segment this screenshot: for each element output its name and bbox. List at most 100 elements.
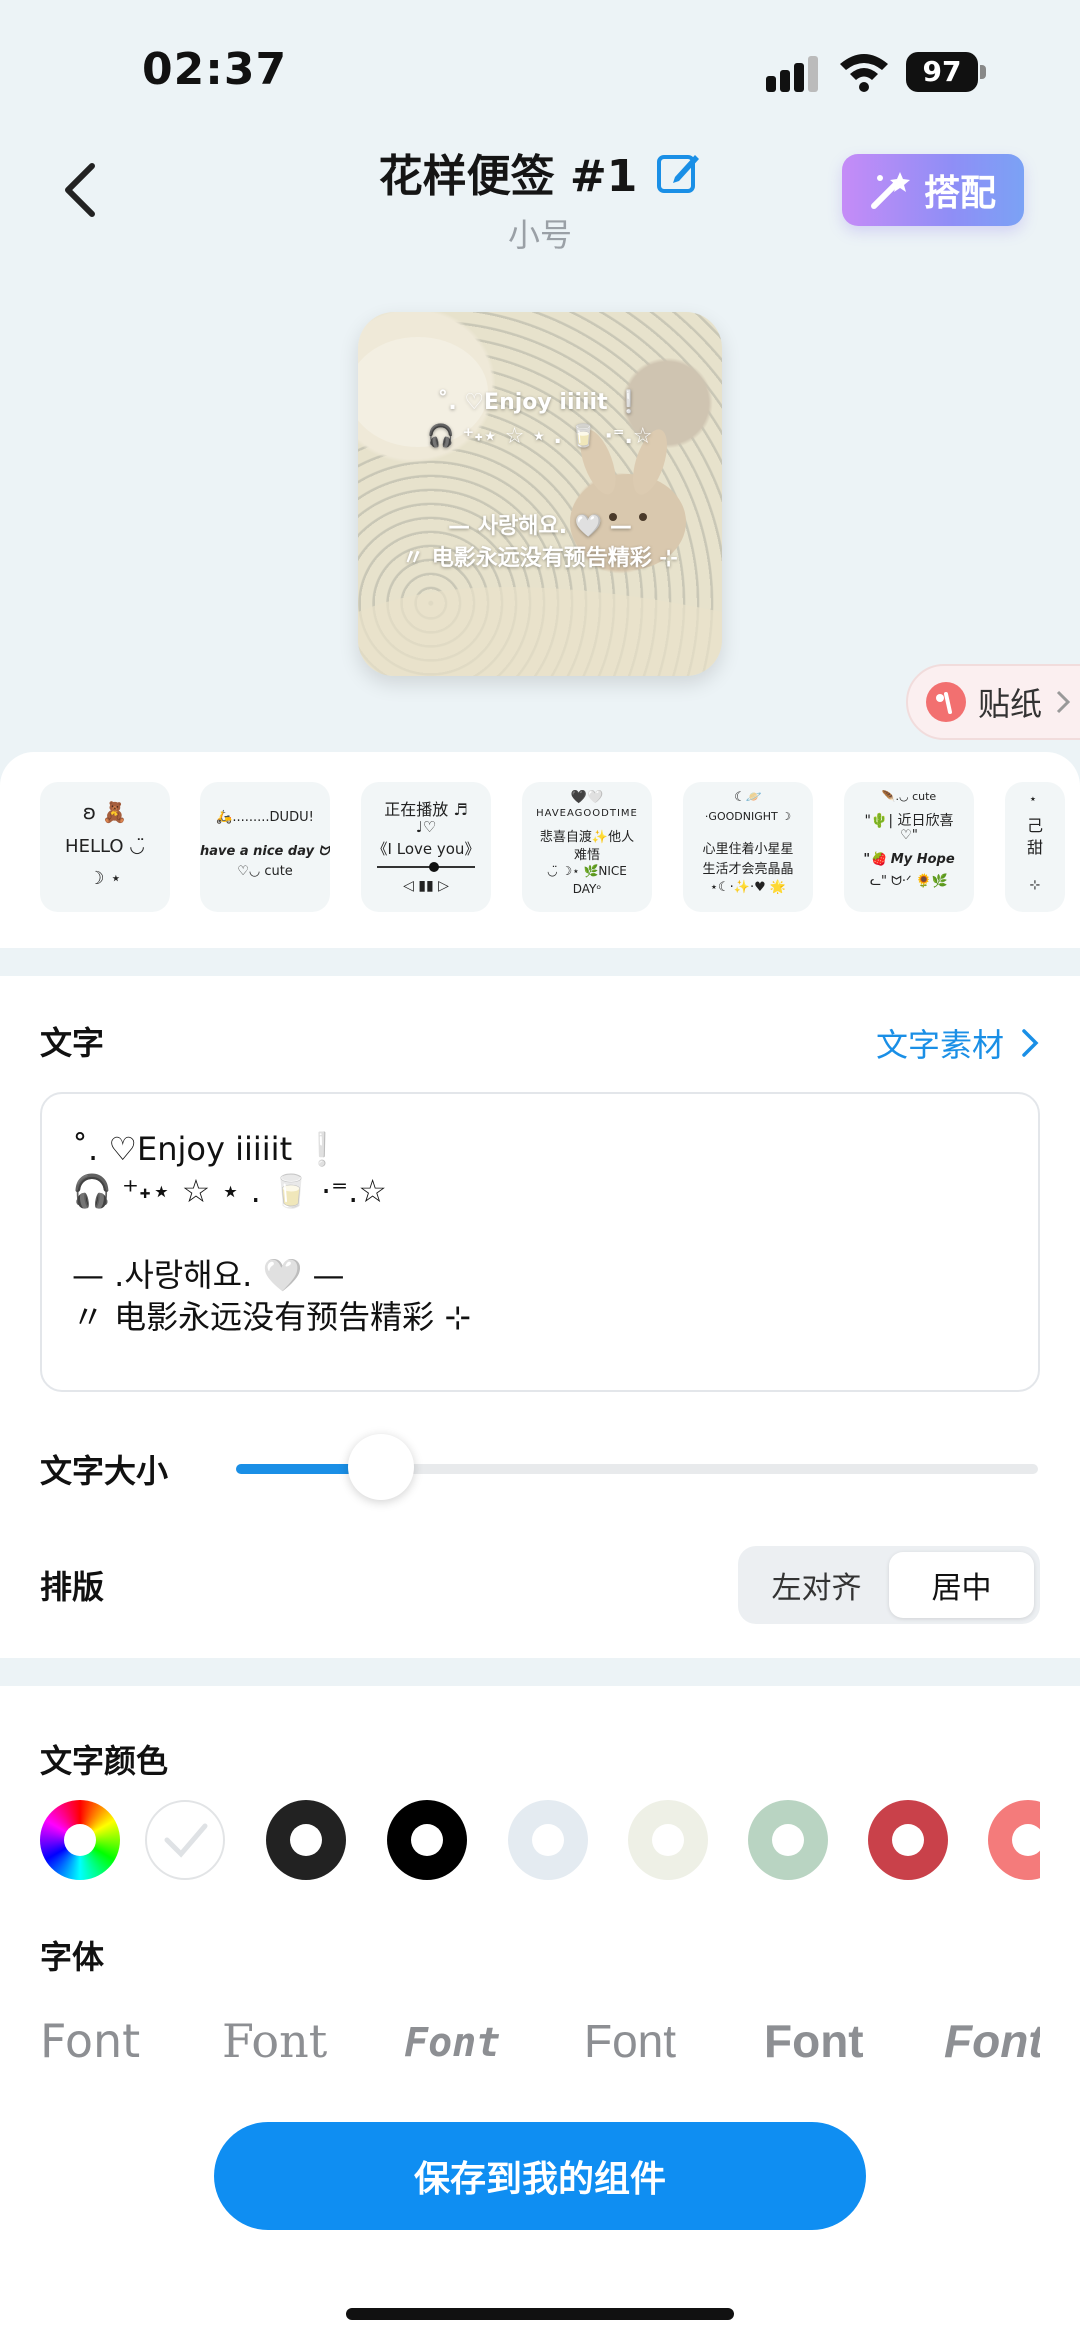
color-swatch-black[interactable] — [387, 1800, 467, 1880]
font-option[interactable]: Font — [944, 2014, 1040, 2068]
home-indicator — [346, 2308, 734, 2320]
color-swatch-ring — [892, 1824, 924, 1856]
match-label: 搭配 — [923, 173, 996, 214]
template-line: "🍓 My Hope — [863, 852, 955, 867]
template-line: ☽ ⋆ — [88, 868, 122, 889]
color-picker-swatch[interactable] — [40, 1800, 120, 1880]
color-swatch-white[interactable] — [145, 1800, 225, 1880]
edit-icon[interactable] — [655, 149, 701, 195]
template-line: ᓚ" ᗢ·ᐟ 🌻🌿 — [869, 874, 949, 889]
page-title: 花样便签 #1 — [378, 151, 638, 202]
text-content-input[interactable]: ˚. ♡Enjoy iiiiit ❕ 🎧 ⁺˖⋆ ☆ ⋆ . 🥛 ·⁼.☆ — … — [40, 1092, 1040, 1392]
template-line: ☾🪐 — [734, 790, 762, 805]
color-swatch-dark[interactable] — [266, 1800, 346, 1880]
color-swatch-cream[interactable] — [628, 1800, 708, 1880]
template-line: ◡̈ ☽⋆ 🌿NICE — [547, 864, 627, 878]
sticker-button[interactable]: 贴纸 — [906, 664, 1080, 740]
preview-line: 🎧 ⁺˖⋆ ☆ ⋆ . 🥛 ·⁼.☆ — [427, 424, 653, 449]
battery-icon: 97 — [906, 52, 986, 92]
template-line: 🛵.........DUDU! — [216, 810, 314, 825]
template-line: 难悟 — [573, 848, 600, 863]
template-line: ·GOODNIGHT ☽ — [704, 810, 792, 823]
color-picker-center — [64, 1824, 96, 1856]
template-line: 《I Love you》 — [372, 840, 480, 858]
template-line: HAVEAGOODTIME — [536, 808, 638, 819]
template-strip: ʚ 🧸 HELLO ◡̈ ☽ ⋆ 🛵.........DUDU! have a … — [0, 752, 1080, 948]
checkmark-icon — [164, 1823, 208, 1858]
preview-line: 〃 电影永远没有预告精彩 ⊹ — [402, 546, 678, 571]
template-line: 正在播放 ♬ — [384, 800, 468, 819]
match-button[interactable]: 搭配 — [842, 154, 1024, 226]
template-item[interactable]: 正在播放 ♬ ♩♡ 《I Love you》 ◁ ▮▮ ▷ — [361, 782, 491, 912]
template-line: ⋆☾·✨·♥ 🌟 — [709, 880, 787, 895]
text-material-link[interactable]: 文字素材 — [876, 1020, 1040, 1066]
battery-level: 97 — [906, 52, 978, 92]
template-line: DAYᵒ — [572, 882, 602, 896]
template-item[interactable]: ʚ 🧸 HELLO ◡̈ ☽ ⋆ — [40, 782, 170, 912]
template-line: ⊹ — [1029, 878, 1041, 893]
template-line: ◁ ▮▮ ▷ — [403, 878, 449, 894]
align-left-option[interactable]: 左对齐 — [744, 1552, 889, 1618]
template-line: ♡◡ cute — [237, 864, 293, 879]
font-option[interactable]: Font — [40, 2014, 140, 2068]
template-item[interactable]: 🖤🤍 HAVEAGOODTIME 悲喜自渡✨他人 难悟 ◡̈ ☽⋆ 🌿NICE … — [522, 782, 652, 912]
title-row: 花样便签 #1 — [379, 140, 702, 204]
template-line: ♡" — [900, 828, 918, 843]
color-swatch-ring — [772, 1824, 804, 1856]
align-center-option[interactable]: 居中 — [889, 1552, 1034, 1618]
status-time: 02:37 — [142, 44, 288, 95]
template-item[interactable]: ⋆ 己 甜 ⊹ — [1005, 782, 1065, 912]
template-line: "🌵| 近日欣喜 — [864, 813, 954, 829]
alignment-segmented-control: 左对齐 居中 — [738, 1546, 1040, 1624]
font-label: 字体 — [40, 1938, 105, 1976]
color-swatch-ring — [1012, 1824, 1040, 1856]
template-line: 悲喜自渡✨他人 — [539, 830, 635, 845]
color-swatch-red[interactable] — [868, 1800, 948, 1880]
layout-label: 排版 — [40, 1568, 105, 1606]
color-swatch-sage[interactable] — [748, 1800, 828, 1880]
template-item[interactable]: ☾🪐 ·GOODNIGHT ☽ 心里住着小星星 生活才会亮晶晶 ⋆☾·✨·♥ 🌟 — [683, 782, 813, 912]
template-line: 🪶.◡ cute — [881, 790, 937, 803]
progress-bar — [377, 866, 475, 868]
text-color-label: 文字颜色 — [40, 1742, 169, 1780]
progress-knob — [429, 862, 439, 872]
color-swatch-light-blue[interactable] — [508, 1800, 588, 1880]
widget-preview[interactable]: ˚. ♡Enjoy iiiiit ❕ 🎧 ⁺˖⋆ ☆ ⋆ . 🥛 ·⁼.☆ — … — [358, 312, 722, 676]
template-line: 己 — [1026, 816, 1043, 835]
color-swatch-coral[interactable] — [988, 1800, 1040, 1880]
preview-text: ˚. ♡Enjoy iiiiit ❕ 🎧 ⁺˖⋆ ☆ ⋆ . 🥛 ·⁼.☆ — … — [358, 312, 722, 676]
template-item[interactable]: 🪶.◡ cute "🌵| 近日欣喜 ♡" "🍓 My Hope ᓚ" ᗢ·ᐟ 🌻… — [844, 782, 974, 912]
text-section-label: 文字 — [40, 1024, 105, 1062]
sticker-icon — [926, 682, 966, 722]
template-line: HELLO ◡̈ — [65, 836, 145, 857]
template-line: ♩♡ — [415, 818, 437, 836]
font-option[interactable]: Font — [222, 2014, 327, 2068]
color-swatch-ring — [411, 1824, 443, 1856]
color-swatch-ring — [532, 1824, 564, 1856]
color-swatch-ring — [290, 1824, 322, 1856]
template-line: ⋆ — [1028, 792, 1042, 807]
font-option[interactable]: Font — [404, 2020, 500, 2066]
status-bar: 02:37 97 — [0, 0, 1080, 140]
template-line: 甜 — [1026, 838, 1043, 857]
font-option[interactable]: Font — [764, 2014, 864, 2068]
style-settings-card — [0, 1686, 1080, 2341]
sticker-label: 贴纸 — [978, 685, 1043, 723]
template-line: 🖤🤍 — [570, 790, 604, 805]
signal-icon — [766, 56, 818, 92]
preview-line: ˚. ♡Enjoy iiiiit ❕ — [437, 390, 643, 415]
chevron-right-icon — [1022, 1029, 1039, 1057]
text-size-slider-thumb[interactable] — [348, 1434, 414, 1500]
chevron-right-icon — [1056, 690, 1071, 714]
preview-line: — 사랑해요. 🤍 — — [448, 514, 632, 539]
template-line: ʚ 🧸 — [82, 800, 128, 824]
save-to-widgets-button[interactable]: 保存到我的组件 — [214, 2122, 866, 2230]
template-line: have a nice day ᗢ·ᐟ — [200, 844, 330, 859]
color-swatch-ring — [652, 1824, 684, 1856]
wifi-icon — [840, 54, 888, 92]
font-option[interactable]: Font — [584, 2014, 676, 2068]
text-material-label: 文字素材 — [875, 1026, 1004, 1064]
magic-wand-icon — [870, 172, 910, 209]
template-item[interactable]: 🛵.........DUDU! have a nice day ᗢ·ᐟ ♡◡ c… — [200, 782, 330, 912]
color-swatch-clip — [988, 1800, 1040, 1880]
